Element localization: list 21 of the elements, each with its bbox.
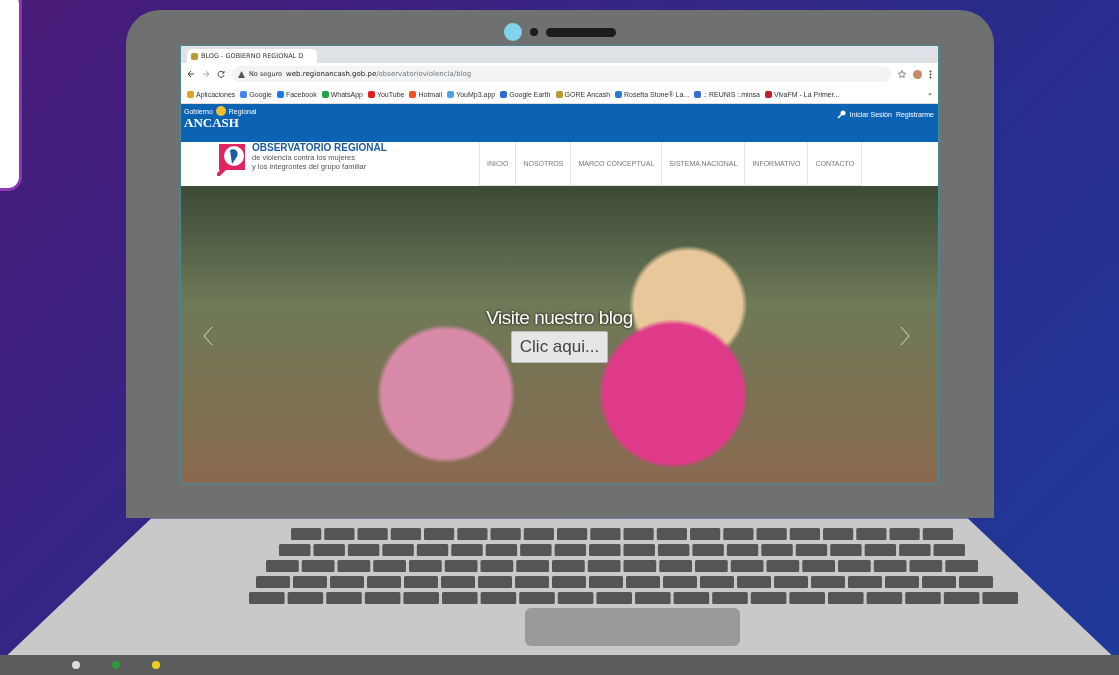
back-icon[interactable] [187,70,195,78]
menu-icon[interactable] [929,69,932,79]
previous-slide-icon[interactable] [203,326,213,346]
indicator-light-icon [72,661,80,670]
forward-icon[interactable] [202,70,210,78]
reload-icon[interactable] [217,70,225,78]
star-icon[interactable] [898,70,906,78]
next-slide-icon[interactable] [900,326,910,346]
avatar-icon[interactable] [913,69,922,79]
hero-button[interactable]: Clic aqui... [510,330,609,363]
indicator-light-icon [152,661,160,670]
indicator-light-icon [112,661,120,670]
logo-text: ANCASH [184,116,239,130]
camera-dot-icon [529,28,538,36]
org-title: OBSERVATORIO REGIONAL [252,142,387,153]
emblem-icon [215,106,226,116]
camera-lens-icon [503,23,522,41]
hero-heading: Visite nuestro blog [486,306,633,329]
warning-icon [238,70,245,78]
sensor-slot-icon [545,27,616,37]
key-icon [836,110,846,119]
